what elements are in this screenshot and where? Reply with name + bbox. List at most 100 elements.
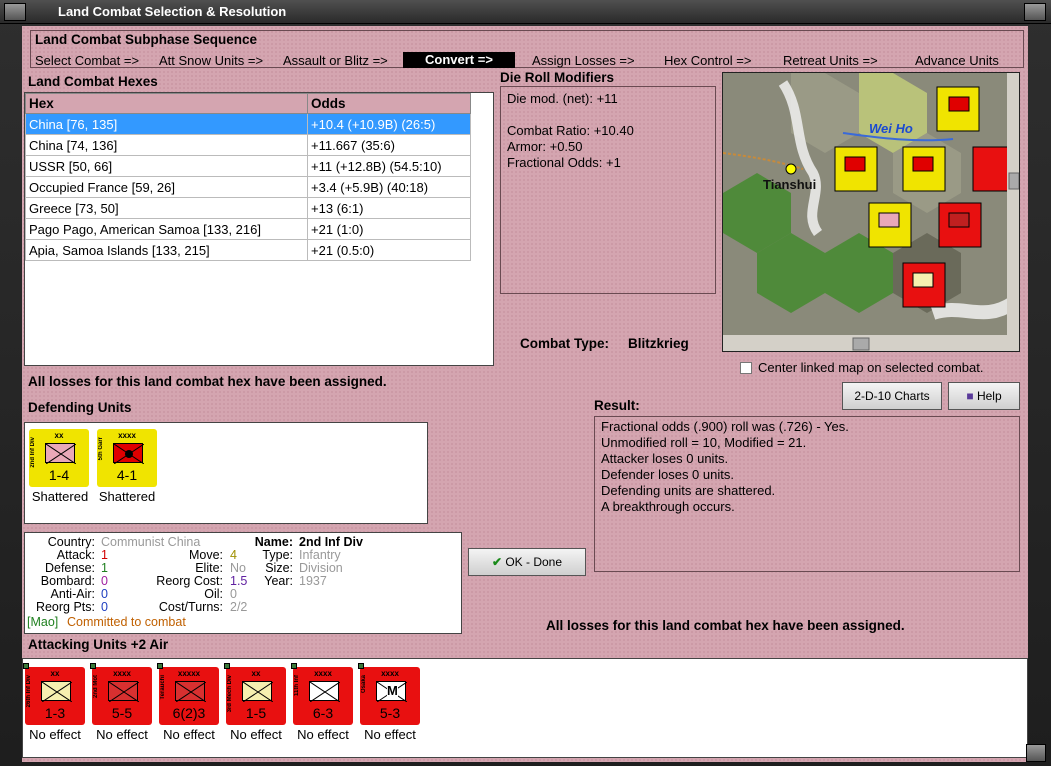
- window-title: Land Combat Selection & Resolution: [58, 4, 287, 19]
- name-key: Name:: [254, 535, 293, 549]
- table-row[interactable]: Apia, Samoa Islands [133, 215] +21 (0.5:0…: [25, 239, 471, 261]
- combat-hexes-table: Hex Odds China [76, 135] +10.4 (+10.9B) (…: [24, 92, 494, 366]
- leader-label: [Mao]: [27, 615, 59, 629]
- attacking-units-panel: xx 26th Inf Div 1-3 No effect xxxx 2nd Mot 5-5…: [22, 658, 1028, 758]
- hexes-heading: Land Combat Hexes: [28, 74, 158, 89]
- checkmark-icon: ✔: [491, 555, 502, 569]
- table-row[interactable]: USSR [50, 66] +11 (+12.8B) (54.5:10): [25, 155, 471, 177]
- name-value: 2nd Inf Div: [299, 535, 363, 549]
- unit-status: No effect: [297, 727, 349, 742]
- unit-status: No effect: [230, 727, 282, 742]
- unit-strength: 6-3: [312, 705, 334, 721]
- unit-symbol-icon: M: [376, 681, 408, 703]
- system-menu-button[interactable]: [4, 3, 26, 21]
- hex-cell: Greece [73, 50]: [25, 197, 308, 219]
- center-linked-map-label: Center linked map on selected combat.: [758, 360, 984, 375]
- col-odds-header[interactable]: Odds: [307, 93, 471, 114]
- fractional-odds-mod: Fractional Odds: +1: [507, 155, 621, 170]
- result-line: Attacker loses 0 units.: [601, 451, 729, 466]
- result-box: Fractional odds (.900) roll was (.726) -…: [594, 416, 1020, 572]
- map-city-label: Tianshui: [763, 177, 816, 192]
- hex-cell: Pago Pago, American Samoa [133, 216]: [25, 218, 308, 240]
- phase-hex-control[interactable]: Hex Control =>: [664, 53, 751, 68]
- phase-att-snow-units[interactable]: Att Snow Units =>: [159, 53, 263, 68]
- unit-name: 5th Garr: [98, 437, 104, 461]
- phase-retreat-units[interactable]: Retreat Units =>: [783, 53, 878, 68]
- unit-type-letter: M: [387, 683, 398, 698]
- unit-size: xxxx: [118, 431, 136, 440]
- phase-select-combat[interactable]: Select Combat =>: [35, 53, 139, 68]
- attacker-counter[interactable]: xx 26th Inf Div 1-3: [25, 667, 85, 725]
- col-hex-header[interactable]: Hex: [25, 93, 308, 114]
- center-linked-map-checkbox[interactable]: [740, 362, 752, 374]
- hex-cell: Occupied France [59, 26]: [25, 176, 308, 198]
- defender-counter[interactable]: xx 2nd Inf Div 1-4: [29, 429, 89, 487]
- attacker-counter[interactable]: xxxx Osaka M 5-3 R: [360, 667, 428, 725]
- defender-counter[interactable]: xxxx 5th Garr 4-1: [97, 429, 157, 487]
- hex-cell: Apia, Samoa Islands [133, 215]: [25, 239, 308, 261]
- charts-button[interactable]: 2-D-10 Charts: [842, 382, 942, 410]
- size-value: Division: [299, 561, 343, 575]
- type-value: Infantry: [299, 548, 341, 562]
- reorg-cost-value: 1.5: [230, 574, 248, 588]
- unit-size: xxxxx: [177, 669, 201, 678]
- subphase-sequence: Land Combat Subphase Sequence Select Com…: [30, 30, 1024, 68]
- linked-map[interactable]: Tianshui Wei Ho: [722, 72, 1020, 352]
- antiair-value: 0: [101, 587, 108, 601]
- hex-cell: China [76, 135]: [25, 113, 308, 135]
- table-row[interactable]: China [76, 135] +10.4 (+10.9B) (26:5): [25, 113, 471, 135]
- help-book-icon: ■: [966, 389, 974, 403]
- title-bar[interactable]: Land Combat Selection & Resolution: [0, 0, 1051, 24]
- defending-heading: Defending Units: [28, 400, 132, 415]
- move-key: Move:: [188, 548, 223, 562]
- unit-status: No effect: [364, 727, 416, 742]
- moved-marker-icon: [23, 663, 29, 669]
- hex-cell: China [74, 136]: [25, 134, 308, 156]
- elite-value: No: [230, 561, 246, 575]
- losses-assigned-top: All losses for this land combat hex have…: [28, 374, 387, 389]
- phase-assault-or-blitz[interactable]: Assault or Blitz =>: [283, 53, 388, 68]
- bombard-key: Bombard:: [40, 574, 95, 588]
- attacker-counter[interactable]: xxxx 11th Inf 6-3: [293, 667, 353, 725]
- unit-name: 2nd Inf Div: [30, 437, 36, 468]
- committed-status: Committed to combat: [67, 615, 186, 629]
- attack-value: 1: [101, 548, 108, 562]
- window-frame: Land Combat Selection & Resolution Land …: [0, 0, 1051, 766]
- close-button[interactable]: [1024, 3, 1046, 21]
- phase-assign-losses[interactable]: Assign Losses =>: [532, 53, 635, 68]
- elite-key: Elite:: [195, 561, 223, 575]
- result-line: Defending units are shattered.: [601, 483, 776, 498]
- type-key: Type:: [262, 548, 293, 562]
- unit-status: No effect: [29, 727, 81, 742]
- phase-advance-units[interactable]: Advance Units: [915, 53, 999, 68]
- hex-cell: USSR [50, 66]: [25, 155, 308, 177]
- die-mods-heading: Die Roll Modifiers: [500, 70, 615, 85]
- move-value: 4: [230, 548, 237, 562]
- antiair-key: Anti-Air:: [50, 587, 95, 601]
- attacker-counter[interactable]: xxxx 2nd Mot 5-5: [92, 667, 152, 725]
- ok-done-button[interactable]: ✔ OK - Done: [468, 548, 586, 576]
- attacker-counter[interactable]: xx 3rd Mech Div 1-5: [226, 667, 286, 725]
- unit-info-panel: Country: Communist China Attack: 1 Defen…: [24, 532, 462, 634]
- unit-strength: 1-4: [48, 467, 70, 483]
- help-button[interactable]: ■ Help: [948, 382, 1020, 410]
- table-row[interactable]: Pago Pago, American Samoa [133, 216] +21 …: [25, 218, 471, 240]
- unit-status: No effect: [96, 727, 148, 742]
- unit-size: xxxx: [381, 669, 399, 678]
- table-row[interactable]: Greece [73, 50] +13 (6:1): [25, 197, 471, 219]
- main-panel: Land Combat Subphase Sequence Select Com…: [22, 26, 1028, 762]
- moved-marker-icon: [90, 663, 96, 669]
- phase-convert[interactable]: Convert =>: [403, 52, 515, 68]
- table-row[interactable]: China [74, 136] +11.667 (35:6): [25, 134, 471, 156]
- size-key: Size:: [265, 561, 293, 575]
- garrison-symbol-icon: [113, 443, 145, 465]
- oil-key: Oil:: [204, 587, 223, 601]
- resize-grip[interactable]: [1026, 744, 1046, 762]
- unit-symbol-icon: [175, 681, 207, 703]
- unit-status: Shattered: [31, 489, 89, 504]
- table-row[interactable]: Occupied France [59, 26] +3.4 (+5.9B) (40…: [25, 176, 471, 198]
- attacker-counter[interactable]: xxxxx Terauchi 6(2)3: [159, 667, 219, 725]
- ok-done-label: OK - Done: [505, 555, 563, 569]
- reorg-cost-key: Reorg Cost:: [156, 574, 223, 588]
- reorg-pts-value: 0: [101, 600, 108, 614]
